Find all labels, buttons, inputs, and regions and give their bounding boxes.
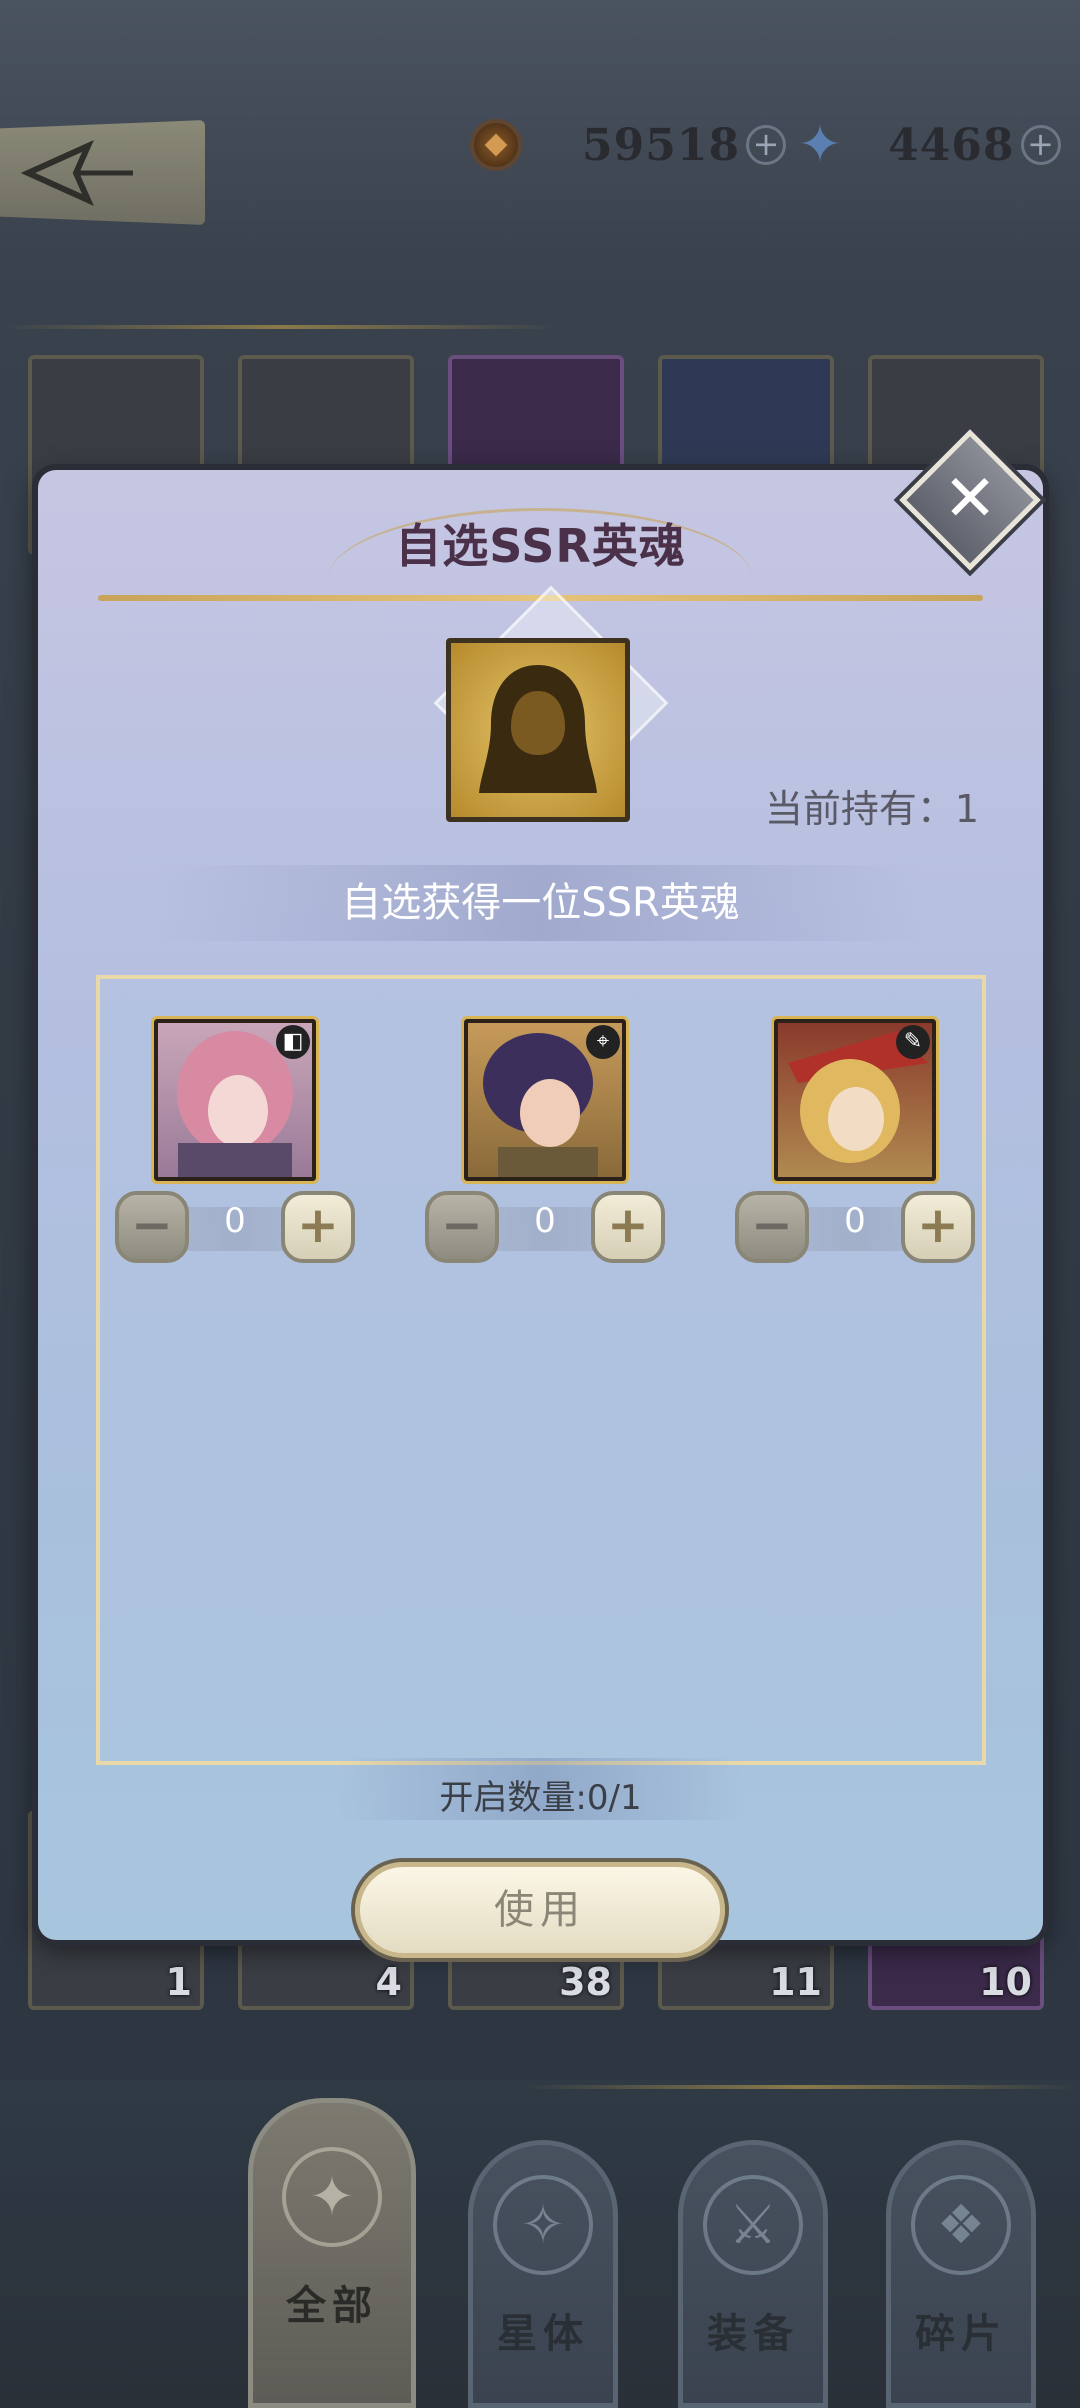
tab-label: 装备	[707, 2311, 799, 2357]
hooded-silhouette-icon	[479, 665, 597, 793]
tab-shards[interactable]: ❖ 碎片	[886, 2140, 1036, 2408]
decorative-line	[520, 2085, 1080, 2089]
tab-label: 全部	[286, 2283, 378, 2329]
dialog-title: 自选SSR英魂	[395, 519, 686, 573]
quantity-value: 0	[534, 1201, 556, 1241]
open-count: 开启数量:0/1	[439, 1778, 642, 1818]
use-button[interactable]: 使用	[355, 1862, 725, 1958]
increase-button[interactable]: +	[591, 1191, 665, 1263]
class-crosshair-icon: ⌖	[586, 1025, 620, 1059]
quantity-value: 0	[224, 1201, 246, 1241]
item-count: 1	[165, 1960, 192, 2004]
gold-value: 59518	[582, 119, 741, 171]
select-ssr-dialog: 自选SSR英魂 当前持有：1 自选获得一位SSR英魂 ◧ − 0 + ⌖ − 0…	[38, 470, 1043, 1940]
back-button[interactable]	[0, 120, 205, 225]
quantity-value: 0	[844, 1201, 866, 1241]
star-gem-icon: ✦	[798, 115, 842, 175]
decrease-button[interactable]: −	[425, 1191, 499, 1263]
hero-portrait[interactable]: ✎	[771, 1016, 939, 1184]
dialog-subtitle: 自选获得一位SSR英魂	[341, 880, 740, 926]
tab-label: 碎片	[915, 2311, 1007, 2357]
decorative-line	[0, 325, 560, 329]
holding-count: 当前持有：1	[764, 787, 979, 831]
all-emblem-icon: ✦	[282, 2147, 382, 2247]
add-gold-button[interactable]: +	[746, 125, 787, 165]
add-gems-button[interactable]: +	[1020, 125, 1061, 165]
hero-selection-area: ◧ − 0 + ⌖ − 0 + ✎ − 0 +	[96, 975, 986, 1765]
shard-emblem-icon: ❖	[911, 2175, 1011, 2275]
tab-label: 星体	[497, 2311, 589, 2357]
increase-button[interactable]: +	[901, 1191, 975, 1263]
class-shield-icon: ◧	[276, 1025, 310, 1059]
tab-all[interactable]: ✦ 全部	[248, 2098, 416, 2408]
hero-portrait[interactable]: ⌖	[461, 1016, 629, 1184]
item-count: 10	[979, 1960, 1032, 2004]
decrease-button[interactable]: −	[115, 1191, 189, 1263]
hero-option: ◧ − 0 +	[115, 1016, 355, 1263]
item-count: 11	[769, 1960, 822, 2004]
hero-option: ✎ − 0 +	[735, 1016, 975, 1263]
increase-button[interactable]: +	[281, 1191, 355, 1263]
class-feather-icon: ✎	[896, 1025, 930, 1059]
gems-value: 4468	[888, 119, 1015, 171]
star-emblem-icon: ✧	[493, 2175, 593, 2275]
quantity-stepper: − 0 +	[425, 1191, 665, 1263]
decrease-button[interactable]: −	[735, 1191, 809, 1263]
hero-option: ⌖ − 0 +	[425, 1016, 665, 1263]
close-icon[interactable]: ✕	[920, 450, 1020, 550]
hero-portrait[interactable]: ◧	[151, 1016, 319, 1184]
quantity-stepper: − 0 +	[735, 1191, 975, 1263]
tab-stars[interactable]: ✧ 星体	[468, 2140, 618, 2408]
back-arrow-icon	[20, 140, 133, 206]
item-count: 4	[375, 1960, 402, 2004]
item-count: 38	[559, 1960, 612, 2004]
tab-equipment[interactable]: ⚔ 装备	[678, 2140, 828, 2408]
quantity-stepper: − 0 +	[115, 1191, 355, 1263]
gold-currency: 59518 + ✦ 4468 +	[470, 115, 1061, 175]
coin-icon	[470, 119, 522, 171]
ssr-soul-item-icon	[446, 638, 630, 822]
sword-emblem-icon: ⚔	[703, 2175, 803, 2275]
